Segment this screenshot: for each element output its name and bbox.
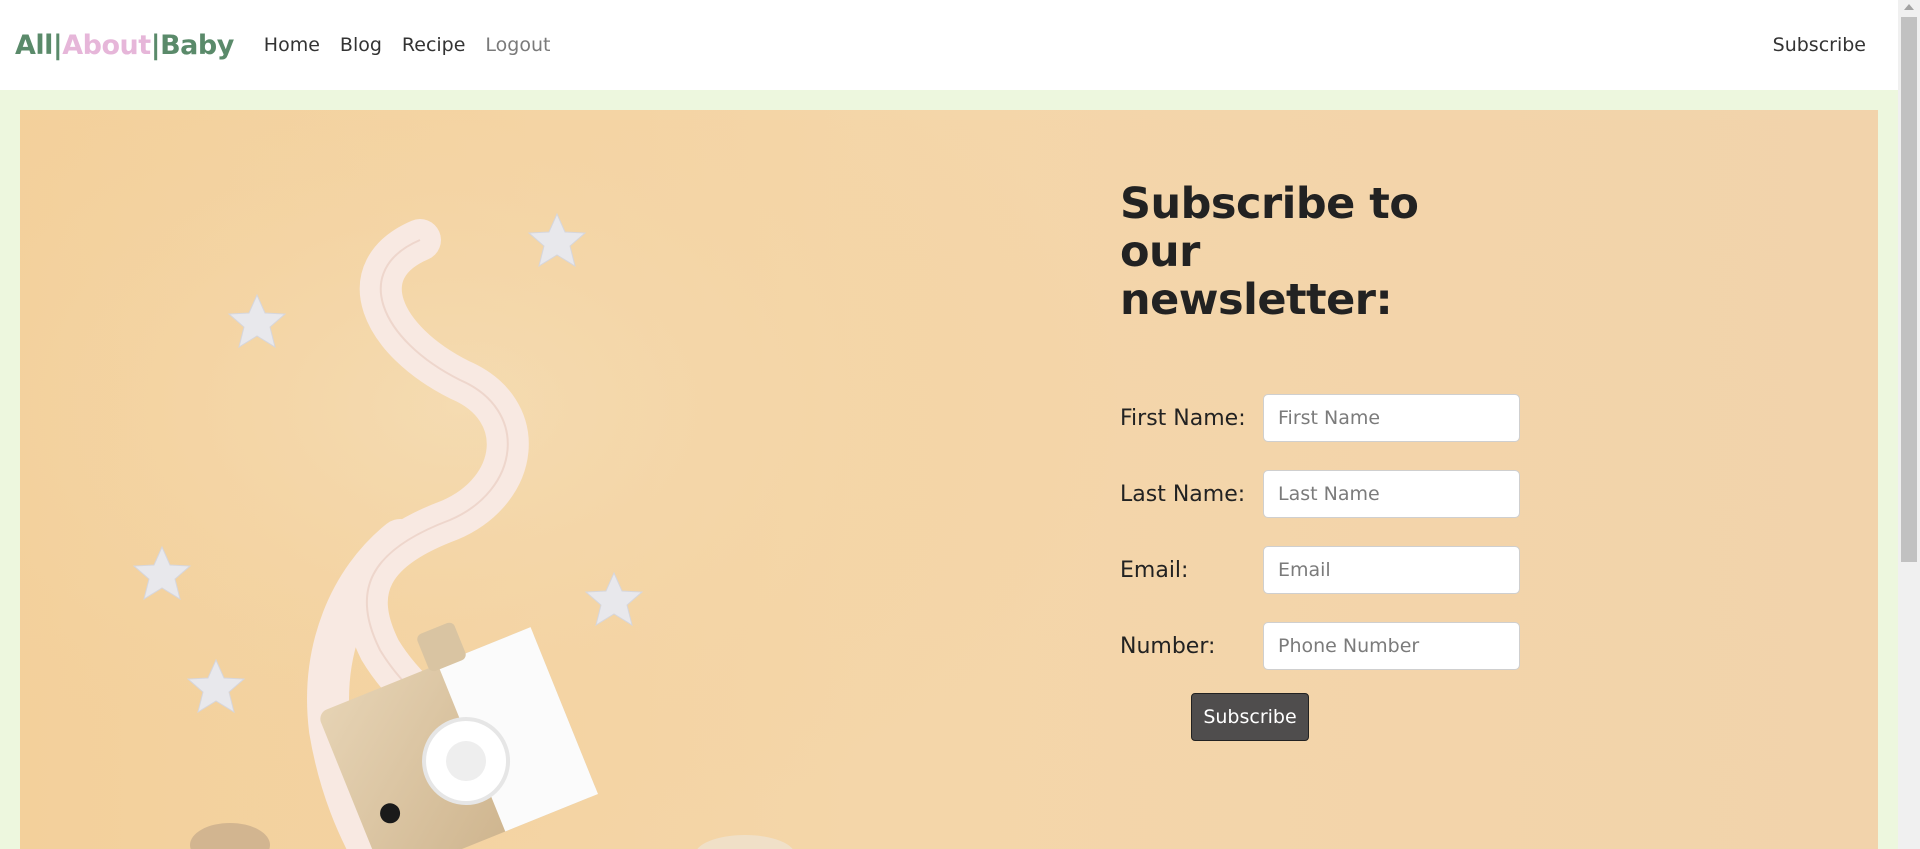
last-name-label: Last Name: xyxy=(1120,481,1246,507)
brand-part-all: All xyxy=(15,29,53,61)
scrollbar[interactable] xyxy=(1898,0,1920,849)
scrollbar-thumb[interactable] xyxy=(1901,17,1917,562)
email-label: Email: xyxy=(1120,557,1189,583)
baby-toy-camera-with-stars-icon xyxy=(20,110,1120,849)
brand-part-about: About xyxy=(62,29,151,61)
nav-links: Home Blog Recipe Logout xyxy=(254,34,561,56)
email-input[interactable] xyxy=(1263,546,1520,594)
last-name-input[interactable] xyxy=(1263,470,1520,518)
brand-part-baby: Baby xyxy=(160,29,234,61)
email-row: Email: xyxy=(1120,546,1720,594)
newsletter-hero: Subscribe to our newsletter: First Name:… xyxy=(20,110,1878,849)
last-name-row: Last Name: xyxy=(1120,470,1720,518)
first-name-label: First Name: xyxy=(1120,405,1246,431)
navbar: All|About|Baby Home Blog Recipe Logout S… xyxy=(0,0,1898,90)
first-name-input[interactable] xyxy=(1263,394,1520,442)
newsletter-form: Subscribe to our newsletter: First Name:… xyxy=(1120,180,1720,741)
phone-number-row: Number: xyxy=(1120,622,1720,670)
nav-link-home[interactable]: Home xyxy=(264,34,320,56)
nav-subscribe-link[interactable]: Subscribe xyxy=(1773,0,1866,90)
phone-number-input[interactable] xyxy=(1263,622,1520,670)
scroll-up-arrow-icon[interactable] xyxy=(1904,4,1914,10)
nav-link-logout[interactable]: Logout xyxy=(485,34,550,56)
subscribe-button[interactable]: Subscribe xyxy=(1191,693,1309,741)
brand-separator: | xyxy=(52,29,63,61)
newsletter-title: Subscribe to our newsletter: xyxy=(1120,179,1419,325)
brand-logo[interactable]: All|About|Baby xyxy=(15,30,234,61)
first-name-row: First Name: xyxy=(1120,394,1720,442)
nav-link-recipe[interactable]: Recipe xyxy=(402,34,466,56)
nav-link-blog[interactable]: Blog xyxy=(340,34,382,56)
brand-separator: | xyxy=(150,29,161,61)
phone-number-label: Number: xyxy=(1120,633,1216,659)
